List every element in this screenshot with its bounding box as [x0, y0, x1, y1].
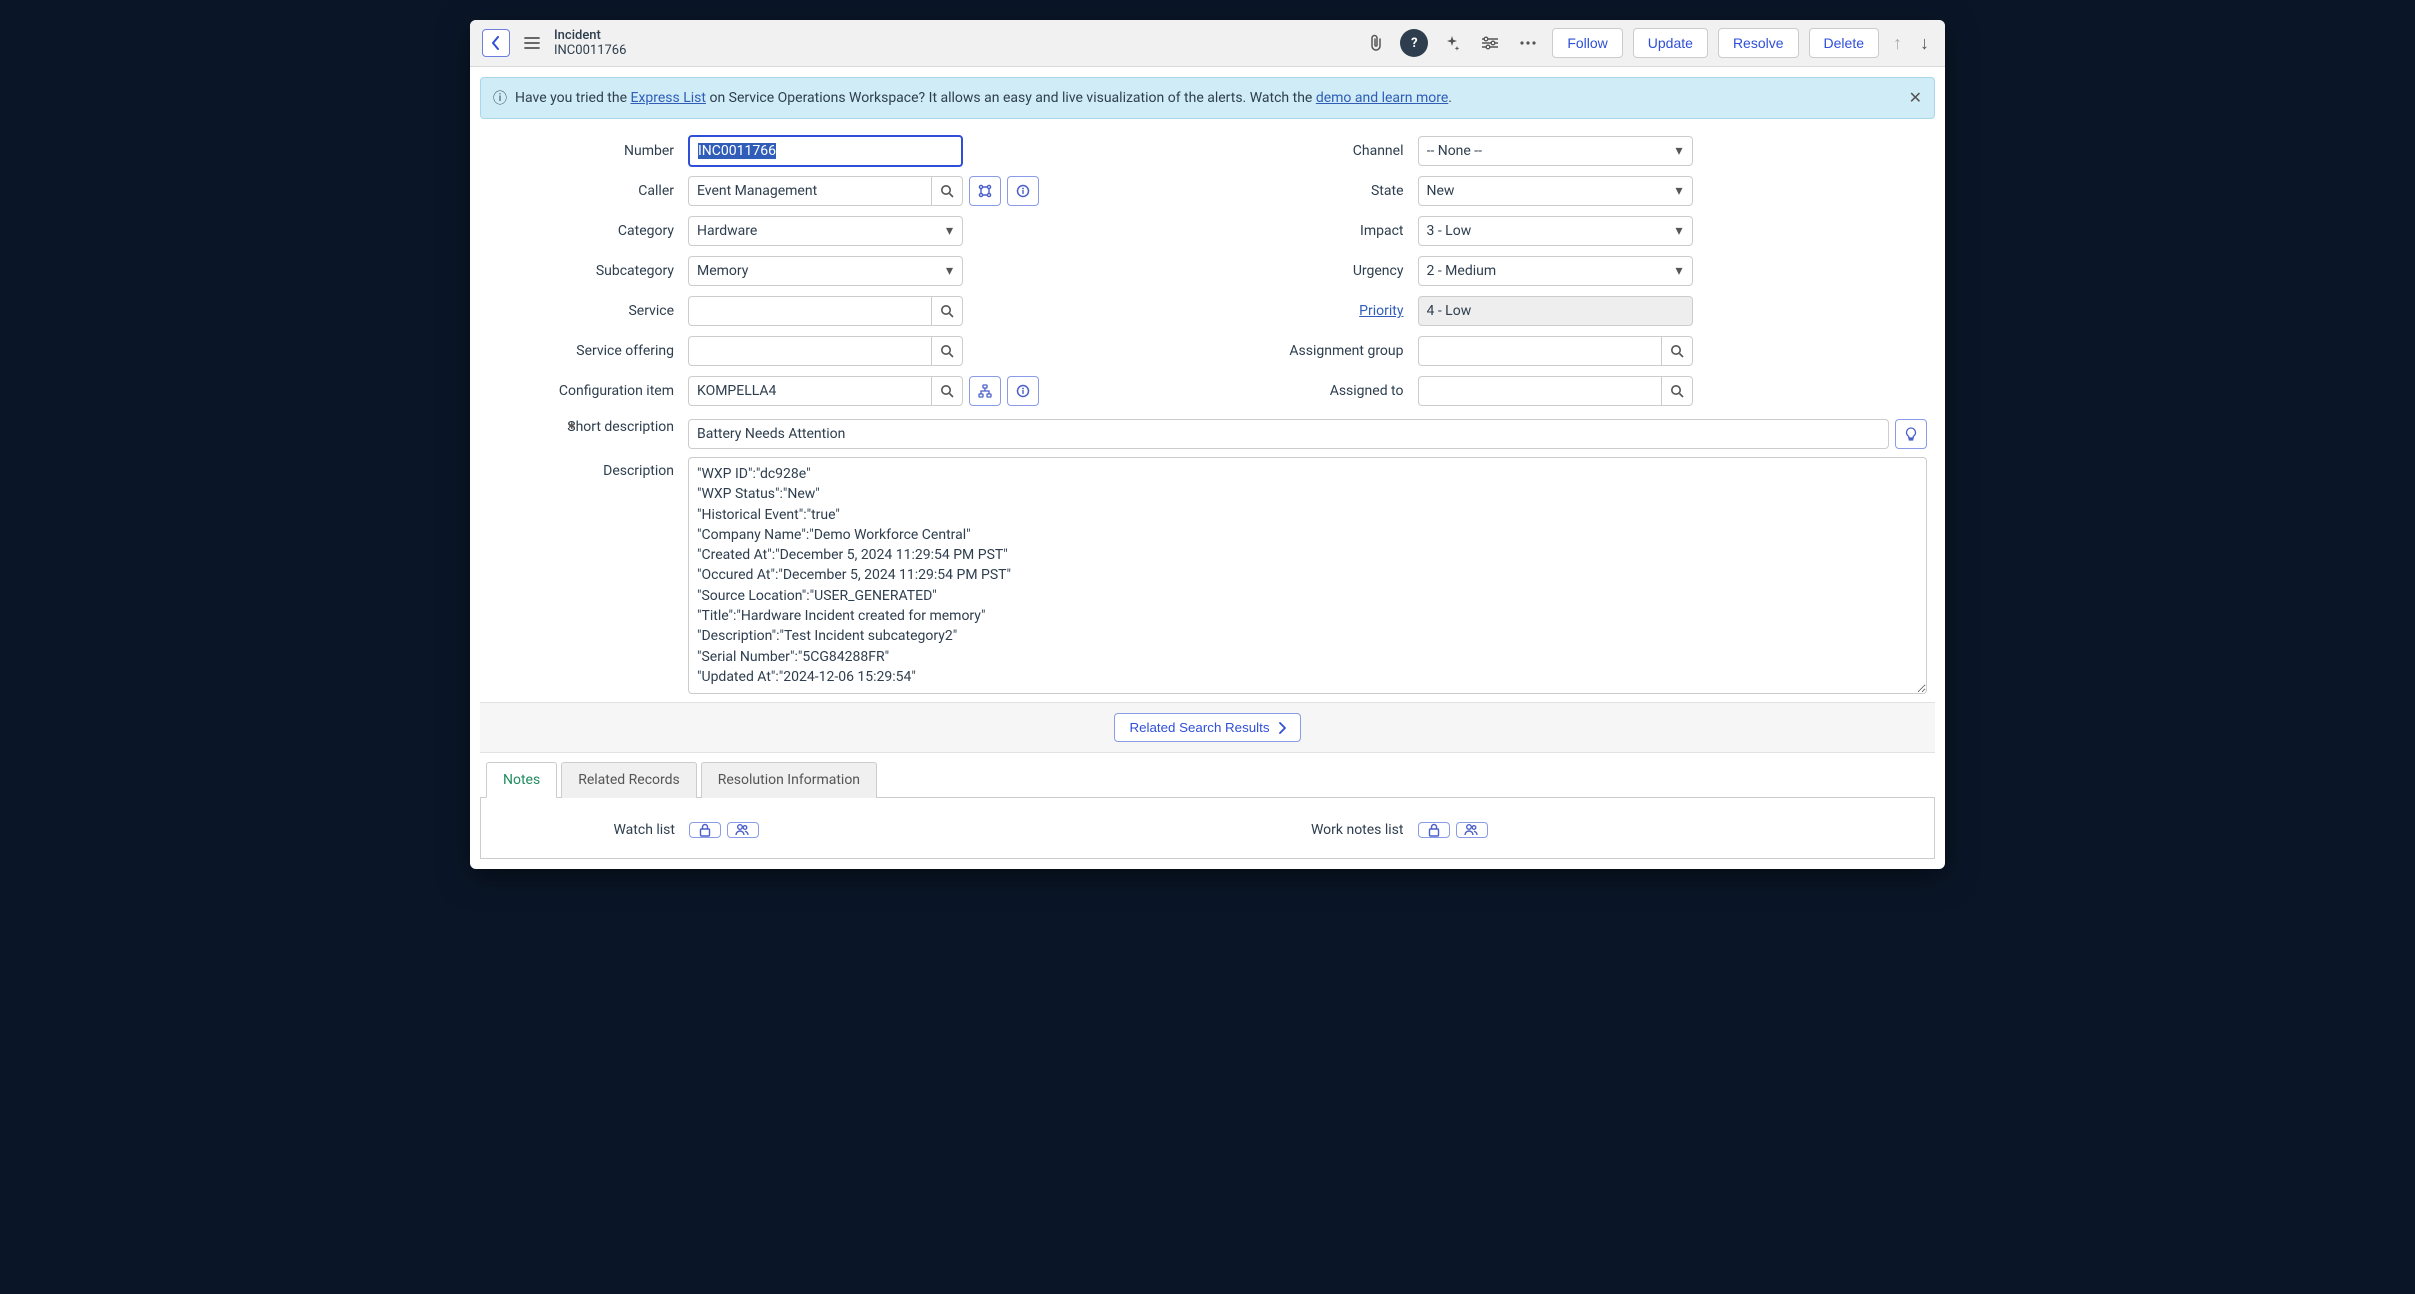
watch-list-add-icon[interactable]	[727, 822, 759, 838]
urgency-select[interactable]: 2 - Medium	[1418, 256, 1693, 286]
assignment-group-field[interactable]	[1418, 336, 1661, 366]
related-search-button[interactable]: Related Search Results	[1114, 713, 1300, 742]
header-title: Incident INC0011766	[554, 28, 626, 58]
work-notes-lock-icon[interactable]	[1418, 822, 1450, 838]
channel-label: Channel	[1218, 143, 1418, 159]
number-field[interactable]: INC0011766	[688, 135, 963, 167]
form-content: ⓘ Have you tried the Express List on Ser…	[470, 67, 1945, 869]
assignment-group-lookup-icon[interactable]	[1661, 336, 1693, 366]
more-icon[interactable]	[1514, 29, 1542, 57]
ci-lookup-icon[interactable]	[931, 376, 963, 406]
state-label: State	[1218, 183, 1418, 199]
resolve-button[interactable]: Resolve	[1718, 28, 1799, 58]
service-offering-label: Service offering	[488, 343, 688, 359]
demo-link[interactable]: demo and learn more	[1316, 90, 1448, 106]
number-label: Number	[488, 143, 688, 159]
ci-dependency-icon[interactable]	[969, 376, 1001, 406]
assigned-to-label: Assigned to	[1218, 383, 1418, 399]
watch-list-label: Watch list	[489, 822, 689, 838]
form-tabs: Notes Related Records Resolution Informa…	[480, 761, 1935, 798]
attachment-icon[interactable]	[1362, 29, 1390, 57]
tab-panel-notes: Watch list Work notes list	[480, 798, 1935, 859]
priority-label: Priority	[1218, 303, 1418, 319]
priority-link[interactable]: Priority	[1359, 303, 1403, 319]
impact-select[interactable]: 3 - Low	[1418, 216, 1693, 246]
priority-field	[1418, 296, 1693, 326]
menu-icon[interactable]	[520, 36, 544, 50]
ci-label: Configuration item	[488, 383, 688, 399]
ci-info-icon[interactable]	[1007, 376, 1039, 406]
suggestion-icon[interactable]	[1895, 419, 1927, 449]
service-label: Service	[488, 303, 688, 319]
tab-related-records[interactable]: Related Records	[561, 762, 697, 798]
delete-button[interactable]: Delete	[1809, 28, 1879, 58]
tab-notes[interactable]: Notes	[486, 762, 557, 798]
settings-icon[interactable]	[1476, 29, 1504, 57]
caller-info-icon[interactable]	[1007, 176, 1039, 206]
info-banner: ⓘ Have you tried the Express List on Ser…	[480, 77, 1935, 119]
sparkle-icon[interactable]	[1438, 29, 1466, 57]
assignment-group-label: Assignment group	[1218, 343, 1418, 359]
follow-button[interactable]: Follow	[1552, 28, 1622, 58]
back-button[interactable]	[482, 29, 510, 57]
work-notes-add-icon[interactable]	[1456, 822, 1488, 838]
impact-label: Impact	[1218, 223, 1418, 239]
form-header: Incident INC0011766 ? Follow Update Reso…	[470, 20, 1945, 67]
help-icon[interactable]: ?	[1400, 29, 1428, 57]
header-actions: ? Follow Update Resolve Delete ↑ ↓	[1362, 28, 1933, 58]
related-search-bar: Related Search Results	[480, 702, 1935, 753]
express-list-link[interactable]: Express List	[631, 90, 706, 106]
channel-select[interactable]: -- None --	[1418, 136, 1693, 166]
caller-lookup-icon[interactable]	[931, 176, 963, 206]
ci-field[interactable]	[688, 376, 931, 406]
urgency-label: Urgency	[1218, 263, 1418, 279]
state-select[interactable]: New	[1418, 176, 1693, 206]
work-notes-list-label: Work notes list	[1218, 822, 1418, 838]
service-offering-lookup-icon[interactable]	[931, 336, 963, 366]
record-number: INC0011766	[554, 43, 626, 58]
record-type: Incident	[554, 28, 626, 43]
incident-form-window: Incident INC0011766 ? Follow Update Reso…	[470, 20, 1945, 869]
caller-field[interactable]	[688, 176, 931, 206]
caller-label: Caller	[488, 183, 688, 199]
description-label: Description	[488, 457, 688, 479]
caller-tree-icon[interactable]	[969, 176, 1001, 206]
assigned-to-field[interactable]	[1418, 376, 1661, 406]
assigned-to-lookup-icon[interactable]	[1661, 376, 1693, 406]
banner-text: Have you tried the Express List on Servi…	[515, 90, 1452, 106]
category-label: Category	[488, 223, 688, 239]
watch-list-lock-icon[interactable]	[689, 822, 721, 838]
update-button[interactable]: Update	[1633, 28, 1708, 58]
category-select[interactable]: Hardware	[688, 216, 963, 246]
description-field[interactable]: "WXP ID":"dc928e" "WXP Status":"New" "Hi…	[688, 457, 1927, 694]
subcategory-label: Subcategory	[488, 263, 688, 279]
short-description-field[interactable]	[688, 419, 1889, 449]
service-field[interactable]	[688, 296, 931, 326]
next-record-icon[interactable]: ↓	[1916, 33, 1933, 54]
info-icon: ⓘ	[493, 88, 507, 108]
chevron-right-icon	[1278, 722, 1286, 734]
service-offering-field[interactable]	[688, 336, 931, 366]
chevron-left-icon	[491, 36, 501, 50]
short-description-label: Short description	[488, 419, 688, 449]
close-banner-icon[interactable]: ✕	[1909, 88, 1922, 107]
tab-resolution[interactable]: Resolution Information	[701, 762, 877, 798]
prev-record-icon[interactable]: ↑	[1889, 33, 1906, 54]
subcategory-select[interactable]: Memory	[688, 256, 963, 286]
service-lookup-icon[interactable]	[931, 296, 963, 326]
